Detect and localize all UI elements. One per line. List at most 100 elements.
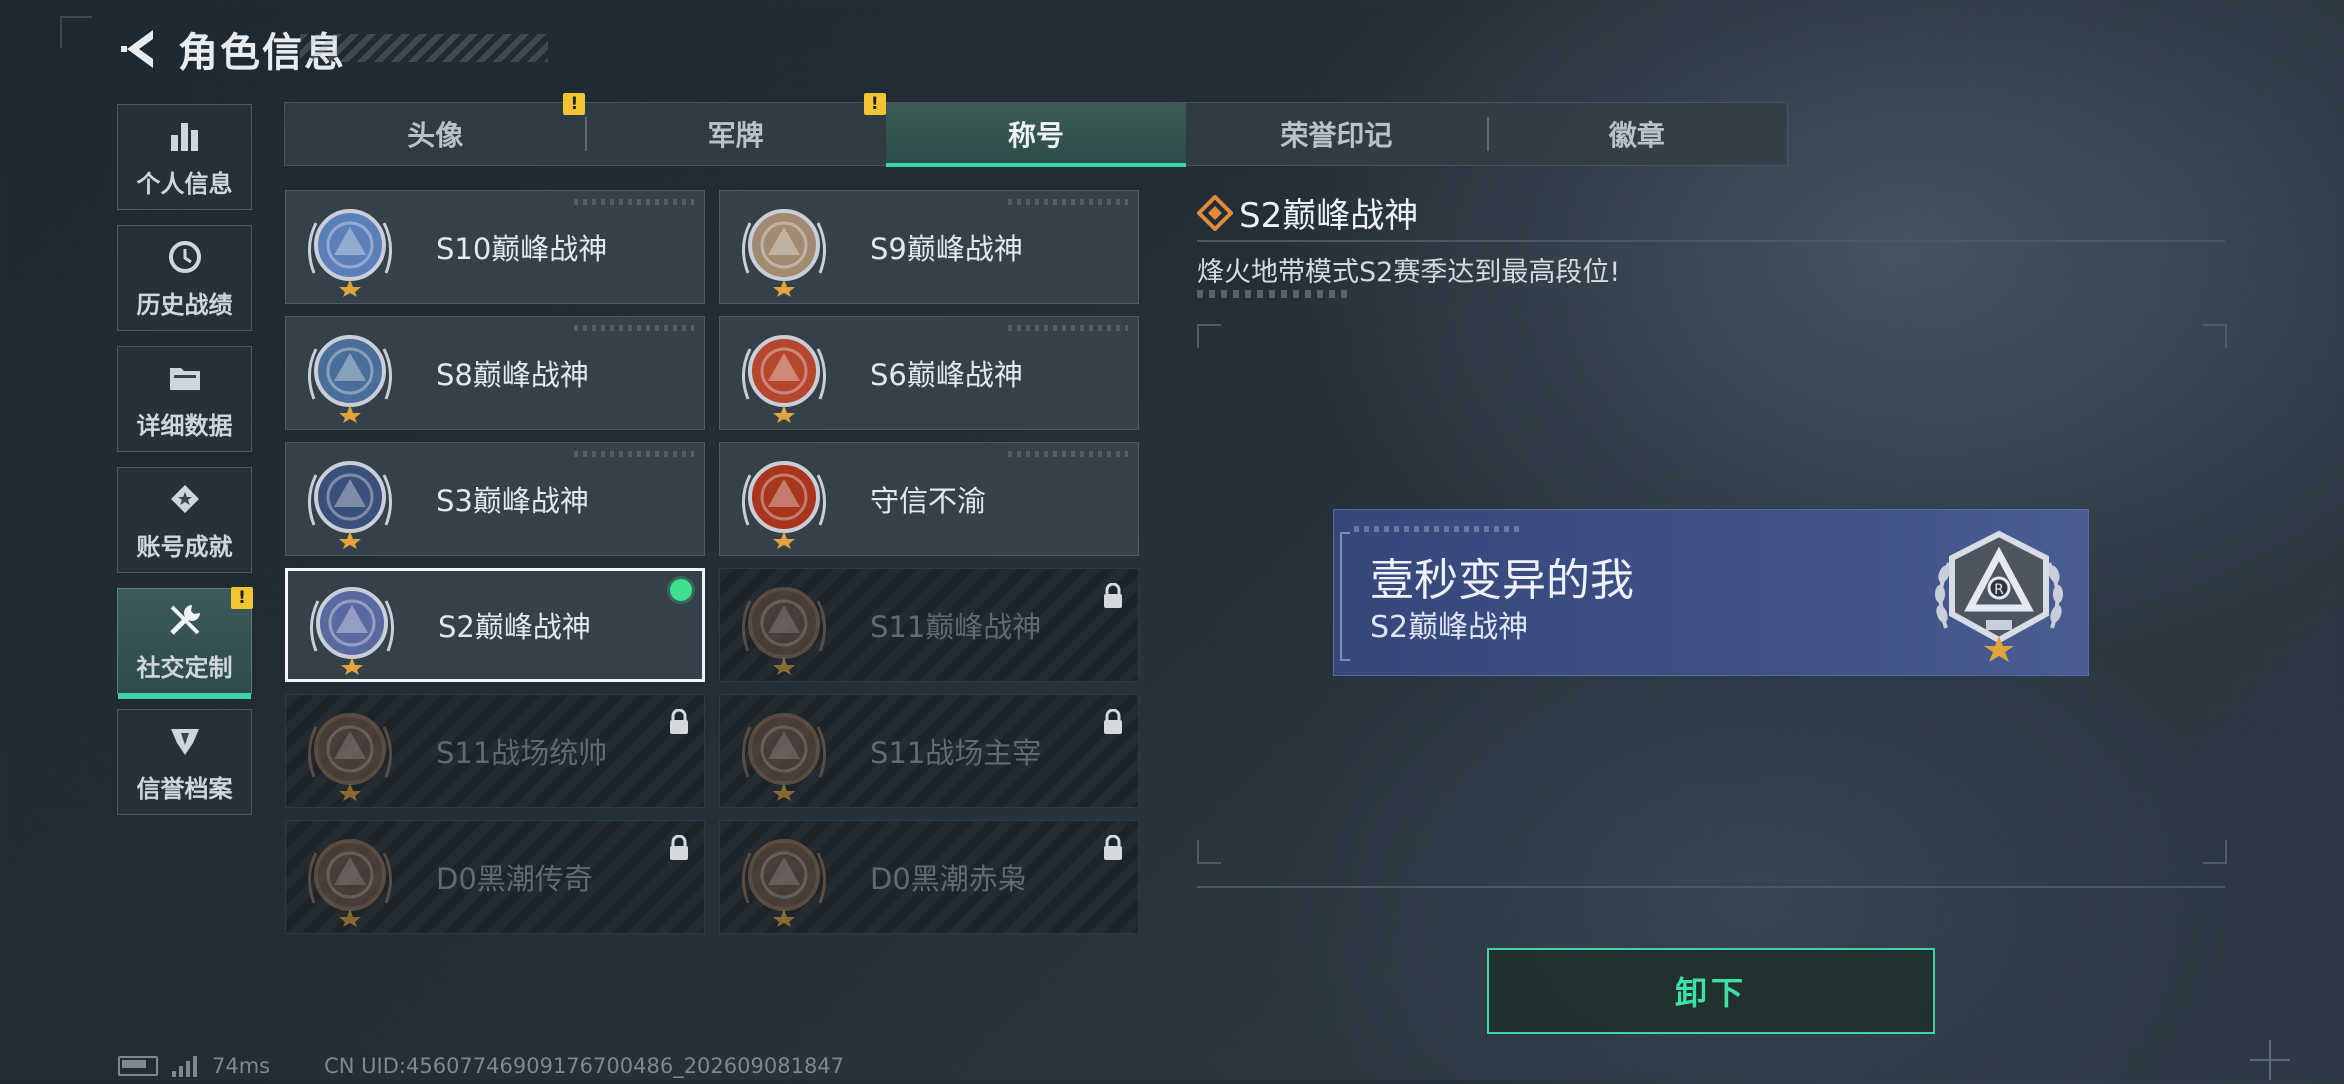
title-card-label: S2巅峰战神 <box>438 610 591 644</box>
sidebar-item-achievements[interactable]: 账号成就 <box>117 467 252 573</box>
folder-icon <box>165 358 205 398</box>
unequip-button[interactable]: 卸下 <box>1487 948 1935 1034</box>
title-card[interactable]: D0黑潮赤枭 <box>719 820 1139 934</box>
title-card[interactable]: S10巅峰战神 <box>285 190 705 304</box>
hooded-emblem-icon <box>300 827 400 927</box>
svg-text:R: R <box>1994 582 2004 598</box>
title-card-label: 守信不渝 <box>870 484 987 518</box>
tab-badge[interactable]: 徽章 <box>1486 103 1787 165</box>
alert-badge: ! <box>231 587 253 609</box>
detail-title: S2巅峰战神 <box>1239 196 1419 236</box>
tab-label: 徽章 <box>1608 119 1665 152</box>
skull-emblem-icon <box>734 827 834 927</box>
title-card[interactable]: S2巅峰战神 <box>285 568 705 682</box>
s11-emblem-icon <box>734 575 834 675</box>
s10-emblem-icon <box>300 197 400 297</box>
lock-icon <box>1102 582 1124 609</box>
frame-corner <box>2203 840 2227 864</box>
signal-icon <box>172 1055 198 1077</box>
title-card[interactable]: S3巅峰战神 <box>285 442 705 556</box>
title-card[interactable]: S11战场主宰 <box>719 694 1139 808</box>
tab-avatar[interactable]: 头像 ! <box>285 93 586 165</box>
tank-emblem-icon <box>300 701 400 801</box>
decoration <box>574 325 694 331</box>
tab-honor-mark[interactable]: 荣誉印记 <box>1186 103 1486 165</box>
frame-corner <box>2203 324 2227 348</box>
title-card-label: S6巅峰战神 <box>870 358 1023 392</box>
divider <box>1197 886 2225 888</box>
title-card-label: S3巅峰战神 <box>436 484 589 518</box>
back-arrow-icon[interactable] <box>118 24 160 74</box>
title-card-label: S9巅峰战神 <box>870 232 1023 266</box>
title-card[interactable]: D0黑潮传奇 <box>285 820 705 934</box>
title-card[interactable]: S11战场统帅 <box>285 694 705 808</box>
title-card-label: S10巅峰战神 <box>436 232 608 266</box>
tab-label: 头像 <box>407 119 464 152</box>
alert-badge: ! <box>863 93 886 115</box>
title-card[interactable]: S11巅峰战神 <box>719 568 1139 682</box>
s9-emblem-icon <box>734 197 834 297</box>
decoration <box>1354 526 1524 532</box>
s3-emblem-icon <box>300 449 400 549</box>
sidebar-item-details[interactable]: 详细数据 <box>117 346 252 452</box>
title-card[interactable]: S8巅峰战神 <box>285 316 705 430</box>
sidebar-item-credit[interactable]: 信誉档案 <box>117 709 252 815</box>
shield-emblem-icon <box>165 721 205 761</box>
frame-corner <box>1197 840 1221 864</box>
title-card[interactable]: S9巅峰战神 <box>719 190 1139 304</box>
tab-label: 荣誉印记 <box>1280 119 1393 152</box>
decoration <box>1008 199 1128 205</box>
decoration <box>1008 325 1128 331</box>
decoration <box>1197 290 1347 298</box>
frame-corner <box>60 16 92 48</box>
uid-text: CN UID:45607746909176700486_202609081847 <box>324 1054 845 1078</box>
title-card[interactable]: S6巅峰战神 <box>719 316 1139 430</box>
battery-icon <box>118 1056 158 1076</box>
preview-title: S2巅峰战神 <box>1370 610 1529 645</box>
equipped-indicator-icon <box>670 579 692 601</box>
title-decoration <box>300 34 548 62</box>
title-preview-card: 壹秒变异的我 S2巅峰战神 R <box>1333 509 2089 676</box>
sidebar-item-profile[interactable]: 个人信息 <box>117 104 252 210</box>
decoration <box>574 199 694 205</box>
sidebar-item-social-custom[interactable]: 社交定制 ! <box>117 587 253 699</box>
player-name: 壹秒变异的我 <box>1370 555 1634 606</box>
scales-emblem-icon <box>734 449 834 549</box>
tab-label: 称号 <box>1008 119 1065 152</box>
s2-emblem-icon: R <box>1924 518 2074 668</box>
sidebar-item-history[interactable]: 历史战绩 <box>117 225 252 331</box>
lock-icon <box>1102 708 1124 735</box>
sidebar-item-label: 社交定制 <box>136 653 233 682</box>
side-navigation: 个人信息 历史战绩 详细数据 账号成就 社交定制 ! 信誉档案 <box>117 104 254 830</box>
diamond-icon <box>1196 193 1234 232</box>
lock-icon <box>668 834 690 861</box>
alert-badge: ! <box>563 93 586 115</box>
sidebar-item-label: 详细数据 <box>136 411 233 440</box>
sidebar-item-label: 信誉档案 <box>136 774 233 803</box>
title-card-label: D0黑潮传奇 <box>436 862 593 896</box>
tools-icon <box>165 600 205 640</box>
tab-dogtag[interactable]: 军牌 ! <box>585 93 886 165</box>
title-card-label: S11战场统帅 <box>436 736 608 770</box>
decoration <box>574 451 694 457</box>
title-card-label: S11战场主宰 <box>870 736 1042 770</box>
s8-emblem-icon <box>300 323 400 423</box>
sidebar-item-label: 账号成就 <box>136 532 233 561</box>
category-tabs: 头像 ! 军牌 ! 称号 荣誉印记 徽章 <box>284 93 1788 167</box>
title-card-label: S8巅峰战神 <box>436 358 589 392</box>
s2-emblem-icon <box>302 575 402 675</box>
frame-corner <box>1197 324 1221 348</box>
medal-icon <box>165 479 205 519</box>
arch-emblem-icon <box>734 701 834 801</box>
detail-header: S2巅峰战神 <box>1196 188 1419 237</box>
bar-chart-icon <box>165 116 205 156</box>
sidebar-item-label: 历史战绩 <box>136 290 233 319</box>
tab-title[interactable]: 称号 <box>885 103 1187 167</box>
lock-icon <box>668 708 690 735</box>
divider <box>1197 240 2225 242</box>
sidebar-item-label: 个人信息 <box>136 169 233 198</box>
title-card[interactable]: 守信不渝 <box>719 442 1139 556</box>
title-grid: S10巅峰战神 S9巅峰战神 S8巅峰战神 S6巅峰战神 S3巅峰战神 守信不渝 S2巅峰战… <box>285 190 1139 934</box>
crosshair-icon <box>2250 1040 2290 1080</box>
title-card-label: D0黑潮赤枭 <box>870 862 1027 896</box>
